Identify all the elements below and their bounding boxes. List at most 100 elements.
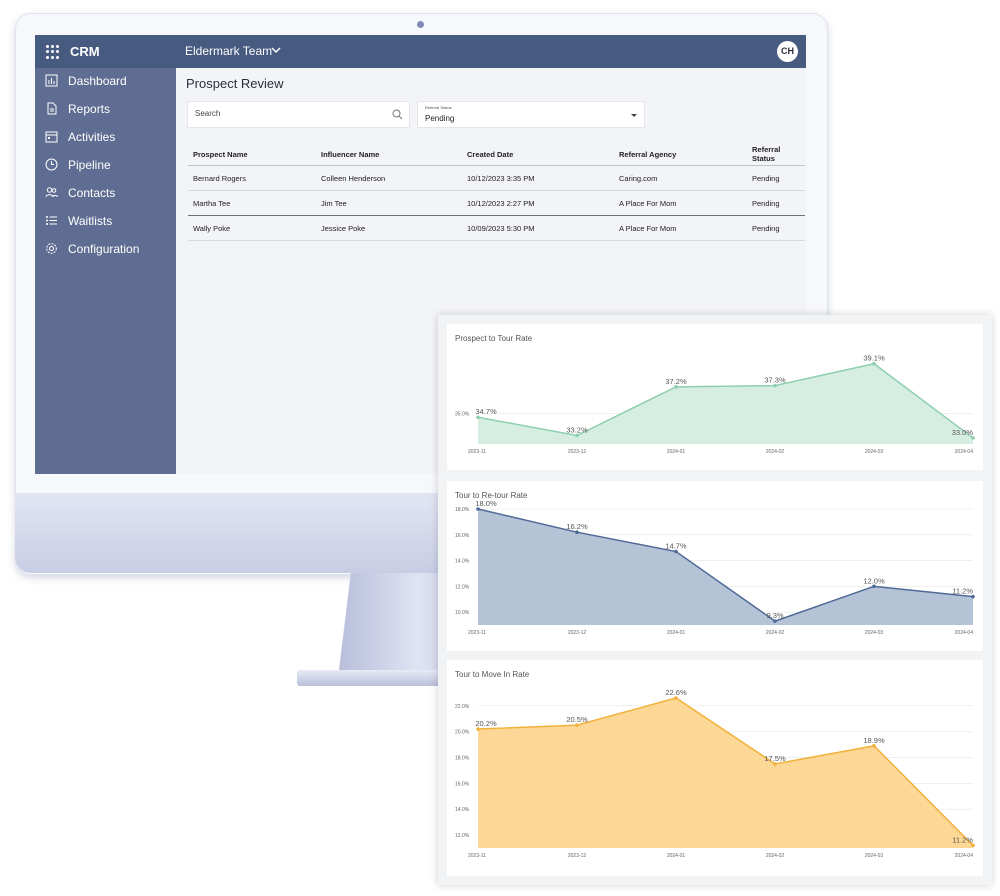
data-label: 37.3% (764, 376, 786, 385)
column-header[interactable]: Prospect Name (188, 143, 316, 166)
column-header[interactable]: Referral Status (747, 143, 805, 166)
sidebar-item-reports[interactable]: Reports (35, 97, 176, 121)
tour-to-retour-chart: Tour to Re-tour Rate10.0%12.0%14.0%16.0%… (455, 491, 975, 636)
prospect-to-tour-chart: Prospect to Tour Rate 35.0% 34.7% 33.2% 37.2… (455, 334, 975, 455)
list-icon (46, 216, 57, 225)
x-tick-label: 2023-12 (568, 449, 587, 455)
table-cell: Pending (747, 190, 805, 216)
bar-chart-icon (45, 74, 58, 87)
chart-card-tour-to-retour: Tour to Re-tour Rate 10.0% 12.0% 14.0% 16.0%… (447, 481, 983, 651)
table-row[interactable]: Bernard Rogers Colleen Henderson 10/12/2… (188, 165, 805, 191)
sidebar-item-configuration[interactable]: Configuration (35, 237, 176, 261)
x-tick-label: 2024-01 (667, 630, 686, 636)
sidebar-item-label: Pipeline (68, 158, 111, 172)
data-label: 16.2% (566, 522, 588, 531)
area-fill (478, 698, 973, 848)
sidebar-item-label: Contacts (68, 186, 116, 200)
select-value: Pending (425, 114, 455, 123)
data-label: 33.2% (566, 425, 588, 434)
chevron-down-icon[interactable] (271, 45, 281, 55)
clock-icon (45, 158, 58, 171)
people-icon (45, 187, 58, 198)
x-tick-label: 2024-04 (955, 630, 974, 636)
sidebar-item-activities[interactable]: Activities (35, 125, 176, 149)
prospect-table: Prospect Name Influencer Name Created Da… (188, 143, 805, 241)
data-label: 12.0% (863, 576, 885, 585)
search-input[interactable]: Search (187, 101, 410, 128)
column-header[interactable]: Created Date (462, 143, 614, 166)
x-tick-label: 2023-12 (568, 853, 587, 859)
column-header[interactable]: Influencer Name (316, 143, 462, 166)
table-cell: 10/12/2023 3:35 PM (462, 165, 614, 191)
data-label: 11.2% (952, 587, 973, 596)
table-row[interactable]: Wally Poke Jessice Poke 10/09/2023 5:30 … (188, 215, 805, 241)
table-row[interactable]: Martha Tee Jim Tee 10/12/2023 2:27 PM A … (188, 190, 805, 216)
y-tick-label: 35.0% (455, 412, 470, 418)
data-label: 20.5% (566, 715, 588, 724)
x-tick-label: 2024-04 (955, 449, 974, 455)
table-cell: A Place For Mom (614, 190, 747, 216)
column-header[interactable]: Referral Agency (614, 143, 747, 166)
tour-to-move-in-chart: Tour to Move In Rate 12.0% 14.0% 16.0% 18.0%… (455, 670, 975, 859)
table-cell: Jim Tee (316, 190, 462, 216)
table-cell: A Place For Mom (614, 215, 747, 241)
y-tick-label: 18.0% (455, 755, 470, 761)
data-label: 34.7% (475, 407, 497, 416)
sidebar-item-label: Activities (68, 130, 116, 144)
x-tick-label: 2024-03 (865, 630, 884, 636)
search-placeholder: Search (195, 109, 221, 118)
table-cell: Martha Tee (188, 190, 316, 216)
x-tick-label: 2024-02 (766, 630, 785, 636)
select-label: Referral Status (425, 105, 452, 110)
table-cell: 10/09/2023 5:30 PM (462, 215, 614, 241)
table-cell: Pending (747, 165, 805, 191)
table-cell: Colleen Henderson (316, 165, 462, 191)
x-tick-label: 2024-02 (766, 449, 785, 455)
caret-down-icon (631, 114, 637, 117)
table-cell: Bernard Rogers (188, 165, 316, 191)
x-tick-label: 2024-01 (667, 853, 686, 859)
data-label: 14.7% (665, 542, 687, 551)
x-tick-label: 2024-02 (766, 853, 785, 859)
data-label: 17.5% (764, 754, 786, 763)
referral-status-select[interactable]: Referral Status Pending (417, 101, 645, 128)
x-tick-label: 2024-03 (865, 853, 884, 859)
data-label: 22.6% (665, 688, 687, 697)
table-header-row: Prospect Name Influencer Name Created Da… (188, 143, 805, 166)
data-label: 33.0% (952, 428, 974, 437)
y-tick-label: 12.0% (455, 833, 470, 839)
document-icon (47, 102, 57, 115)
y-tick-label: 16.0% (455, 781, 470, 787)
search-icon[interactable] (392, 109, 403, 120)
charts-panel: Prospect to Tour Rate 35.0% 34.7% 33.2% 37.2… (438, 315, 992, 885)
x-tick-label: 2023-11 (468, 630, 486, 636)
data-label: 37.2% (665, 377, 687, 386)
x-tick-label: 2024-01 (667, 449, 686, 455)
gear-icon (46, 243, 57, 254)
y-tick-label: 14.0% (455, 559, 470, 565)
y-tick-label: 18.0% (455, 507, 470, 513)
sidebar: Dashboard Reports Activities Pipeline Co… (35, 68, 176, 474)
sidebar-item-label: Waitlists (68, 214, 113, 228)
x-tick-label: 2023-11 (468, 853, 486, 859)
chart-card-tour-to-move-in: Tour to Move In Rate 12.0% 14.0% 16.0% 18.0%… (447, 660, 983, 876)
y-tick-label: 20.0% (455, 730, 470, 736)
sidebar-item-contacts[interactable]: Contacts (35, 181, 176, 205)
top-bar: CRM Eldermark Team CH (35, 35, 806, 68)
area-fill (478, 363, 973, 444)
sidebar-item-waitlists[interactable]: Waitlists (35, 209, 176, 233)
avatar[interactable]: CH (777, 41, 798, 62)
page-title: Prospect Review (186, 76, 284, 91)
data-label: 18.0% (475, 499, 497, 508)
chart-title: Prospect to Tour Rate (455, 334, 533, 343)
sidebar-item-pipeline[interactable]: Pipeline (35, 153, 176, 177)
y-tick-label: 22.0% (455, 704, 470, 710)
team-selector[interactable]: Eldermark Team (185, 44, 272, 58)
chart-title: Tour to Move In Rate (455, 670, 530, 679)
x-tick-label: 2023-11 (468, 449, 486, 455)
data-label: 20.2% (475, 719, 497, 728)
sidebar-item-label: Reports (68, 102, 111, 116)
sidebar-item-dashboard[interactable]: Dashboard (35, 69, 176, 93)
app-grid-icon[interactable] (46, 45, 60, 59)
x-tick-label: 2023-12 (568, 630, 587, 636)
